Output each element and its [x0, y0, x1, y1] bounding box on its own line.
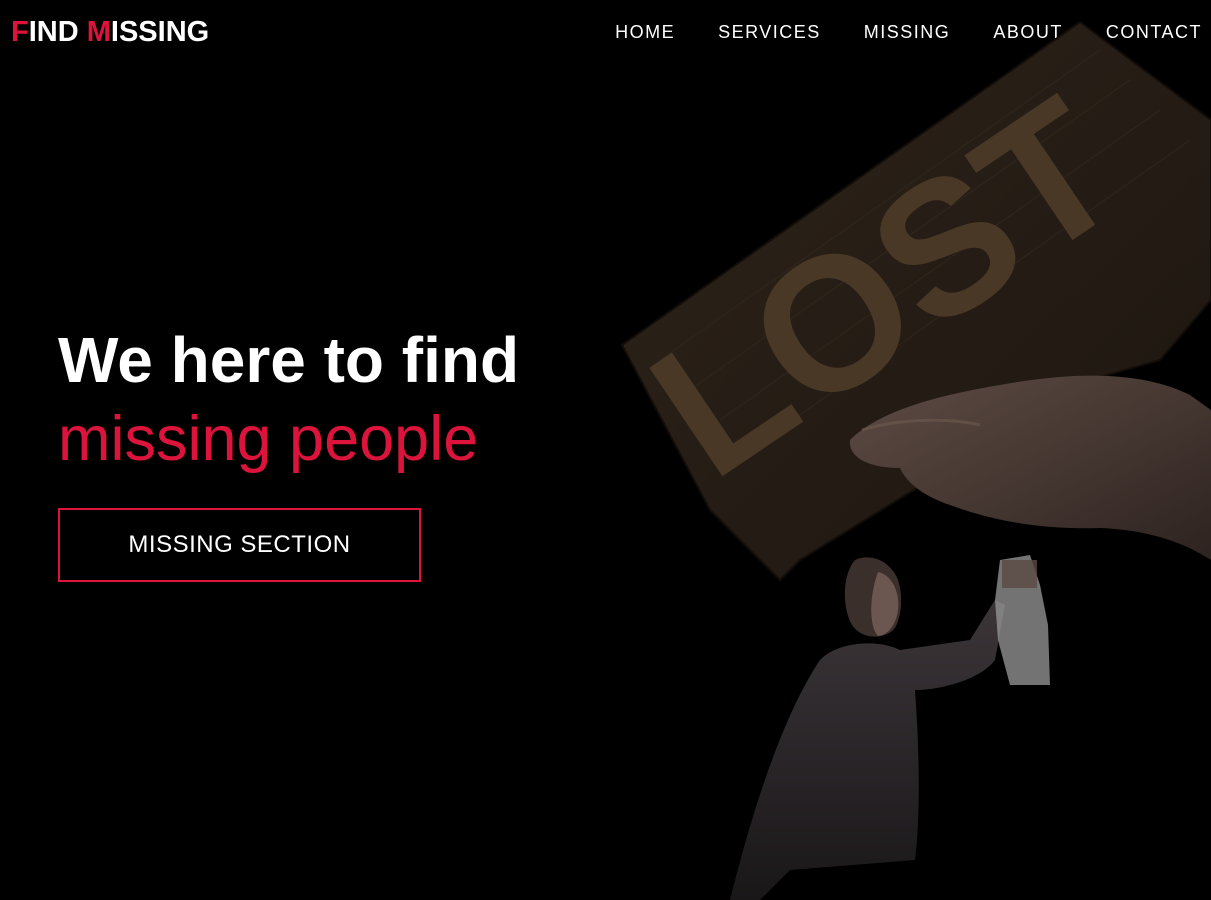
site-logo[interactable]: FIND MISSING — [11, 15, 209, 49]
hero-title: We here to find — [58, 324, 520, 396]
hero-subtitle: missing people — [58, 404, 479, 474]
logo-initial-f: F — [11, 16, 29, 48]
logo-word2-rest: ISSING — [110, 16, 210, 48]
missing-section-button[interactable]: MISSING SECTION — [58, 508, 421, 582]
page: FIND MISSING HOME SERVICES MISSING ABOUT… — [0, 0, 1211, 900]
hero-illustration: LOST — [616, 20, 1211, 900]
logo-initial-m: M — [86, 16, 111, 48]
woman-with-lantern — [730, 555, 1050, 900]
logo-word1-rest: IND — [28, 16, 87, 48]
